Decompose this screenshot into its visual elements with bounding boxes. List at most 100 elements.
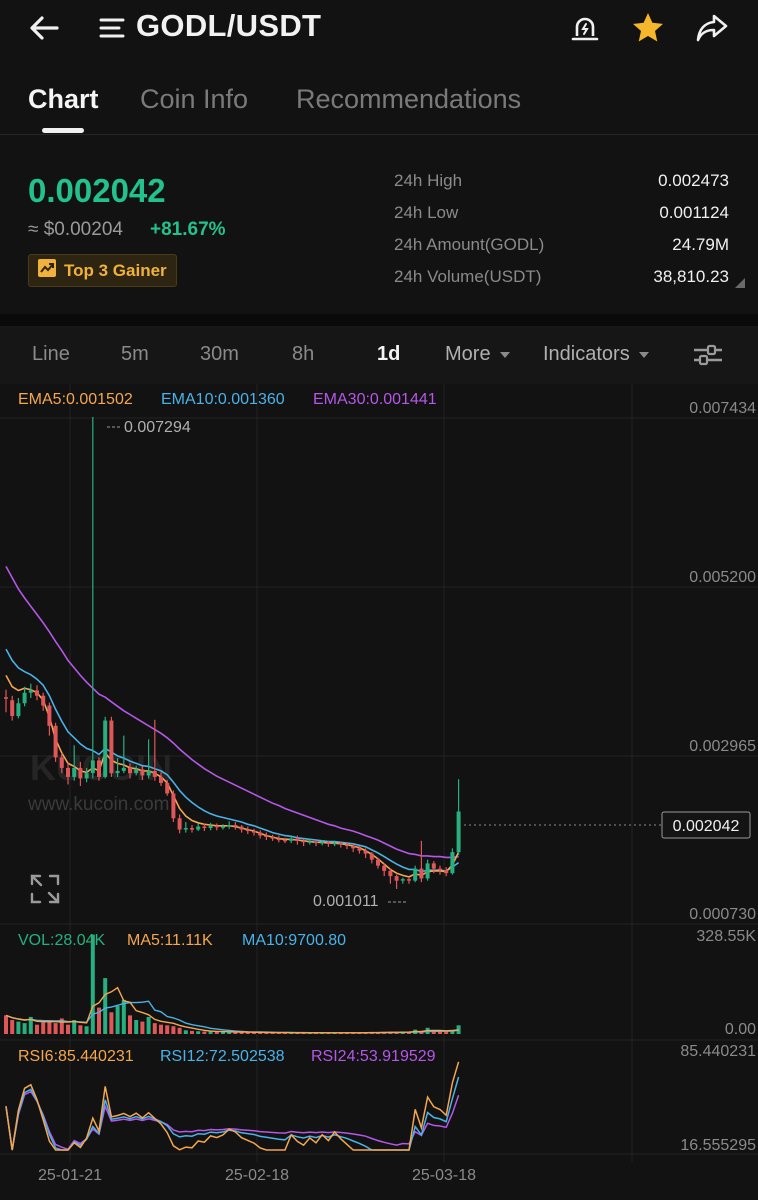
legend-rsi24: RSI24:53.919529	[311, 1048, 436, 1065]
arrow-left-icon[interactable]	[24, 8, 64, 48]
candle-body	[128, 767, 132, 774]
candle-body	[400, 879, 405, 881]
pair-title[interactable]: GODL/USDT	[136, 8, 321, 44]
volume-bar	[128, 1015, 132, 1034]
stat-value-high: 0.002473	[658, 171, 729, 190]
candle-body	[78, 767, 83, 779]
candle-body	[239, 826, 244, 830]
volume-bar	[177, 1027, 182, 1034]
chart-settings-icon[interactable]	[692, 342, 724, 373]
low-marker-label: 0.001011	[313, 893, 379, 910]
menu-lines-icon[interactable]	[92, 8, 132, 48]
price-chart[interactable]: KUCOIN www.kucoin.com EMA5:0.001502 EMA1…	[0, 384, 758, 1200]
badge-label: Top 3 Gainer	[64, 260, 167, 280]
rsi-axis-label: 16.555295	[680, 1137, 756, 1154]
fiat-price: ≈ $0.00204	[28, 219, 123, 240]
candle-body	[72, 767, 77, 777]
tab-chart[interactable]: Chart	[28, 84, 99, 115]
stat-label-volume: 24h Volume(USDT)	[394, 267, 542, 286]
candle-body	[394, 876, 399, 881]
corner-triangle-icon	[734, 276, 746, 294]
legend-ema30: EMA30:0.001441	[313, 391, 437, 408]
rsi-axis-label: 85.440231	[680, 1043, 756, 1060]
candle-body	[146, 770, 151, 776]
section-divider	[0, 314, 758, 326]
volume-bar	[90, 934, 95, 1034]
interval-line[interactable]: Line	[32, 343, 70, 366]
volume-bar	[109, 1012, 114, 1034]
volume-bar	[146, 1016, 151, 1034]
active-tab-indicator	[42, 128, 84, 133]
volume-bar	[171, 1026, 176, 1034]
volume-bar	[183, 1030, 188, 1034]
volume-bar	[159, 1024, 163, 1034]
candle-body	[22, 692, 27, 704]
candle-body	[332, 843, 337, 845]
more-label: More	[445, 343, 491, 365]
interval-30m[interactable]: 30m	[200, 343, 239, 366]
candle-body	[140, 769, 145, 776]
tab-recommendations[interactable]: Recommendations	[296, 84, 521, 115]
candle-body	[165, 782, 170, 794]
candle-body	[444, 870, 449, 874]
candle-body	[301, 840, 306, 843]
top-gainer-badge[interactable]: Top 3 Gainer	[28, 254, 177, 287]
candle-body	[59, 757, 64, 768]
volume-bar	[10, 1020, 15, 1034]
volume-bar	[190, 1030, 194, 1034]
volume-bar	[115, 1006, 120, 1034]
interval-8h[interactable]: 8h	[292, 343, 314, 366]
stat-label-low: 24h Low	[394, 203, 459, 222]
stat-value-low: 0.001124	[659, 203, 729, 222]
header-bar: GODL/USDT	[0, 0, 758, 56]
interval-bar: Line 5m 30m 8h 1d More Indicators	[0, 326, 758, 384]
candle-body	[425, 863, 430, 879]
date-tick-label: 25-03-18	[412, 1167, 476, 1184]
date-tick-label: 25-02-18	[225, 1167, 289, 1184]
volume-bar	[103, 978, 108, 1034]
candle-body	[431, 863, 436, 869]
price-alert-icon[interactable]	[565, 8, 605, 48]
candle-body	[419, 868, 424, 879]
candle-body	[152, 770, 157, 777]
candle-body	[35, 690, 39, 696]
legend-ema5: EMA5:0.001502	[18, 391, 133, 408]
tab-coin-info[interactable]: Coin Info	[140, 84, 248, 115]
candle-body	[456, 811, 461, 853]
candle-body	[121, 767, 126, 771]
volume-bar	[121, 999, 126, 1034]
legend-vol: VOL:28.04K	[18, 932, 106, 949]
candle-body	[66, 767, 70, 777]
share-icon[interactable]	[692, 8, 732, 48]
candle-body	[90, 760, 95, 774]
candle-body	[252, 831, 256, 833]
candle-body	[307, 841, 312, 843]
star-icon[interactable]	[628, 8, 668, 48]
volume-axis-label: 328.55K	[696, 928, 756, 945]
volume-bar	[66, 1024, 70, 1034]
volume-bar	[202, 1031, 207, 1034]
candle-body	[289, 838, 294, 841]
candle-body	[208, 825, 213, 829]
candle-body	[283, 840, 287, 842]
volume-bar	[208, 1031, 213, 1034]
candle-body	[233, 825, 238, 827]
candle-body	[202, 826, 207, 829]
candle-body	[407, 879, 411, 881]
price-axis-label: 0.000730	[689, 906, 756, 923]
candle-body	[338, 843, 343, 845]
stat-label-amount: 24h Amount(GODL)	[394, 235, 545, 254]
candle-body	[41, 695, 46, 706]
interval-1d[interactable]: 1d	[377, 343, 400, 366]
candle-body	[388, 870, 393, 877]
more-dropdown[interactable]: More	[445, 343, 511, 366]
legend-rsi12: RSI12:72.502538	[160, 1048, 285, 1065]
volume-bar	[41, 1022, 46, 1034]
candle-body	[53, 725, 58, 758]
candle-body	[258, 832, 263, 836]
candle-body	[159, 776, 163, 783]
stat-value-volume: 38,810.23	[653, 267, 729, 286]
interval-5m[interactable]: 5m	[121, 343, 149, 366]
candle-body	[97, 760, 101, 777]
indicators-dropdown[interactable]: Indicators	[543, 343, 650, 366]
